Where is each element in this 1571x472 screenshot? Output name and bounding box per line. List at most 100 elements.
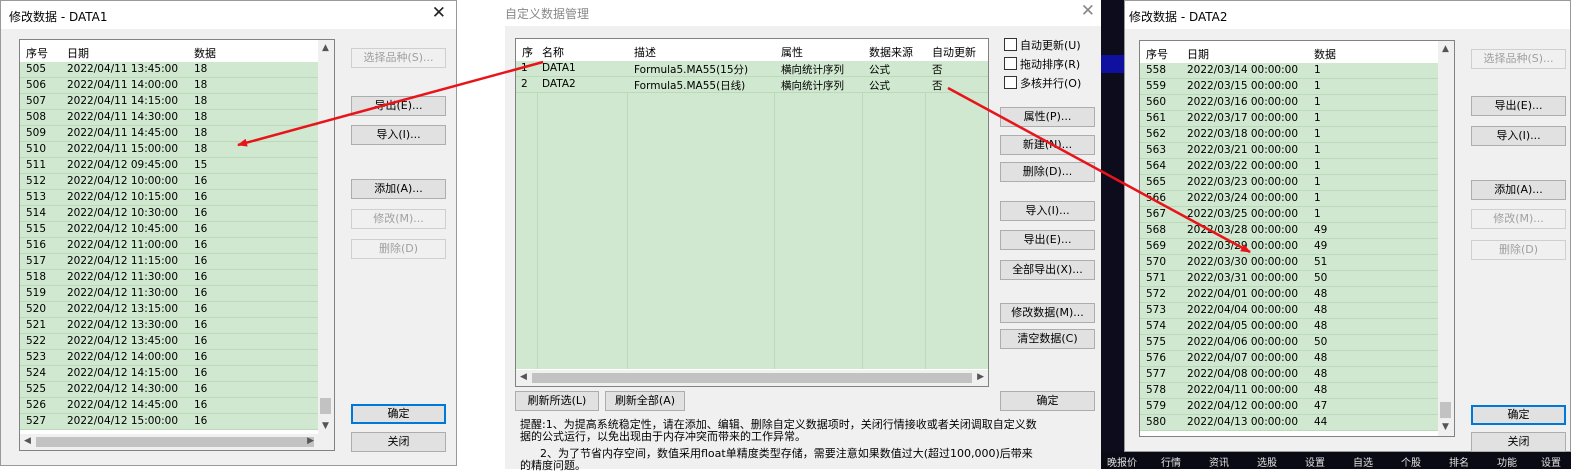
table-row[interactable]: 574 2022/04/05 00:00:00 48: [1140, 319, 1438, 335]
table-row[interactable]: 1 DATA1 Formula5.MA55(15分) 横向统计序列 公式 否: [516, 61, 988, 77]
ok-button[interactable]: 确定: [1000, 391, 1095, 411]
table-row[interactable]: 514 2022/04/12 10:30:00 16: [20, 206, 318, 222]
table-row[interactable]: 520 2022/04/12 13:15:00 16: [20, 302, 318, 318]
table-row[interactable]: 506 2022/04/11 14:00:00 18: [20, 78, 318, 94]
column-header-source[interactable]: 数据来源: [869, 44, 913, 60]
import-button[interactable]: 导入(I)...: [1471, 126, 1566, 146]
export-all-button[interactable]: 全部导出(X)...: [1000, 260, 1095, 280]
column-header-autoupdate[interactable]: 自动更新: [932, 44, 976, 60]
ok-button[interactable]: 确定: [351, 404, 446, 424]
column-header-name[interactable]: 名称: [542, 44, 564, 60]
column-header-index[interactable]: 序号: [1146, 46, 1168, 62]
table-row[interactable]: 505 2022/04/11 13:45:00 18: [20, 62, 318, 78]
table-row[interactable]: 527 2022/04/12 15:00:00 16: [20, 414, 318, 430]
delete-button[interactable]: 删除(D): [1471, 240, 1566, 260]
export-button[interactable]: 导出(E)...: [1000, 230, 1095, 250]
table-row[interactable]: 577 2022/04/08 00:00:00 48: [1140, 367, 1438, 383]
table-row[interactable]: 517 2022/04/12 11:15:00 16: [20, 254, 318, 270]
scroll-up-icon[interactable]: ▲: [322, 43, 329, 53]
table-row[interactable]: 522 2022/04/12 13:45:00 16: [20, 334, 318, 350]
refresh-selected-button[interactable]: 刷新所选(L): [515, 391, 599, 411]
scroll-left-icon[interactable]: ◀: [520, 372, 527, 382]
table-row[interactable]: 560 2022/03/16 00:00:00 1: [1140, 95, 1438, 111]
column-header-value[interactable]: 数据: [1314, 46, 1336, 62]
scroll-up-icon[interactable]: ▲: [1442, 44, 1449, 54]
horizontal-scrollbar[interactable]: ◀ ▶: [516, 370, 988, 386]
column-header-index[interactable]: 序号: [26, 45, 48, 61]
table-row[interactable]: 566 2022/03/24 00:00:00 1: [1140, 191, 1438, 207]
scroll-down-icon[interactable]: ▼: [322, 421, 329, 431]
add-button[interactable]: 添加(A)...: [1471, 180, 1566, 200]
table-row[interactable]: 518 2022/04/12 11:30:00 16: [20, 270, 318, 286]
table-row[interactable]: 524 2022/04/12 14:15:00 16: [20, 366, 318, 382]
import-button[interactable]: 导入(I)...: [351, 125, 446, 145]
table-row[interactable]: 516 2022/04/12 11:00:00 16: [20, 238, 318, 254]
bottom-item[interactable]: 功能: [1497, 454, 1517, 469]
refresh-all-button[interactable]: 刷新全部(A): [605, 391, 685, 411]
scroll-down-icon[interactable]: ▼: [1442, 422, 1449, 432]
scroll-thumb[interactable]: [1440, 402, 1451, 418]
select-symbol-button[interactable]: 选择品种(S)...: [351, 48, 446, 68]
table-row[interactable]: 525 2022/04/12 14:30:00 16: [20, 382, 318, 398]
data-list[interactable]: 序号 日期 数据 558 2022/03/14 00:00:00 1 559 2022/…: [1139, 40, 1455, 437]
table-row[interactable]: 568 2022/03/28 00:00:00 49: [1140, 223, 1438, 239]
bottom-item[interactable]: 选股: [1257, 454, 1277, 469]
vertical-scrollbar[interactable]: ▲ ▼: [318, 40, 334, 434]
bottom-item[interactable]: 排名: [1449, 454, 1469, 469]
import-button[interactable]: 导入(I)...: [1000, 201, 1095, 221]
ok-button[interactable]: 确定: [1471, 405, 1566, 425]
table-row[interactable]: 578 2022/04/11 00:00:00 48: [1140, 383, 1438, 399]
bottom-item[interactable]: 个股: [1401, 454, 1421, 469]
table-row[interactable]: 515 2022/04/12 10:45:00 16: [20, 222, 318, 238]
drag-sort-checkbox[interactable]: 拖动排序(R): [1004, 56, 1080, 72]
bottom-item[interactable]: 行情: [1161, 454, 1181, 469]
bottom-item[interactable]: 资讯: [1209, 454, 1229, 469]
close-button[interactable]: 关闭: [351, 432, 446, 452]
modify-button[interactable]: 修改(M)...: [351, 209, 446, 229]
export-button[interactable]: 导出(E)...: [351, 96, 446, 116]
column-header-date[interactable]: 日期: [67, 45, 89, 61]
table-row[interactable]: 567 2022/03/25 00:00:00 1: [1140, 207, 1438, 223]
table-row[interactable]: 573 2022/04/04 00:00:00 48: [1140, 303, 1438, 319]
new-button[interactable]: 新建(N)...: [1000, 135, 1095, 155]
table-row[interactable]: 526 2022/04/12 14:45:00 16: [20, 398, 318, 414]
custom-data-list[interactable]: 序 名称 描述 属性 数据来源 自动更新 1 DATA1 Formula5.MA55…: [515, 38, 989, 387]
table-row[interactable]: 523 2022/04/12 14:00:00 16: [20, 350, 318, 366]
table-row[interactable]: 570 2022/03/30 00:00:00 51: [1140, 255, 1438, 271]
table-row[interactable]: 558 2022/03/14 00:00:00 1: [1140, 63, 1438, 79]
close-button[interactable]: 关闭: [1471, 432, 1566, 452]
scroll-left-icon[interactable]: ◀: [24, 436, 31, 446]
export-button[interactable]: 导出(E)...: [1471, 96, 1566, 116]
table-row[interactable]: 569 2022/03/29 00:00:00 49: [1140, 239, 1438, 255]
modify-data-button[interactable]: 修改数据(M)...: [1000, 303, 1095, 323]
properties-button[interactable]: 属性(P)...: [1000, 107, 1095, 127]
data-list[interactable]: 序号 日期 数据 505 2022/04/11 13:45:00 18 506 2022…: [19, 39, 335, 451]
table-row[interactable]: 565 2022/03/23 00:00:00 1: [1140, 175, 1438, 191]
scroll-thumb[interactable]: [320, 398, 331, 414]
table-row[interactable]: 519 2022/04/12 11:30:00 16: [20, 286, 318, 302]
table-row[interactable]: 508 2022/04/11 14:30:00 18: [20, 110, 318, 126]
column-header-desc[interactable]: 描述: [634, 44, 656, 60]
table-row[interactable]: 521 2022/04/12 13:30:00 16: [20, 318, 318, 334]
table-row[interactable]: 559 2022/03/15 00:00:00 1: [1140, 79, 1438, 95]
close-icon[interactable]: ✕: [432, 5, 446, 22]
multicore-checkbox[interactable]: 多核并行(O): [1004, 75, 1081, 91]
table-row[interactable]: 561 2022/03/17 00:00:00 1: [1140, 111, 1438, 127]
table-row[interactable]: 513 2022/04/12 10:15:00 16: [20, 190, 318, 206]
table-row[interactable]: 572 2022/04/01 00:00:00 48: [1140, 287, 1438, 303]
scroll-right-icon[interactable]: ▶: [977, 372, 984, 382]
table-row[interactable]: 563 2022/03/21 00:00:00 1: [1140, 143, 1438, 159]
table-row[interactable]: 564 2022/03/22 00:00:00 1: [1140, 159, 1438, 175]
table-row[interactable]: 507 2022/04/11 14:15:00 18: [20, 94, 318, 110]
table-row[interactable]: 575 2022/04/06 00:00:00 50: [1140, 335, 1438, 351]
table-row[interactable]: 510 2022/04/11 15:00:00 18: [20, 142, 318, 158]
table-row[interactable]: 512 2022/04/12 10:00:00 16: [20, 174, 318, 190]
bottom-item[interactable]: 自选: [1353, 454, 1373, 469]
bottom-item[interactable]: 设置: [1305, 454, 1325, 469]
modify-button[interactable]: 修改(M)...: [1471, 209, 1566, 229]
horizontal-scrollbar[interactable]: ◀ ▶: [20, 434, 334, 450]
add-button[interactable]: 添加(A)...: [351, 179, 446, 199]
scroll-thumb[interactable]: [532, 373, 972, 383]
table-row[interactable]: 571 2022/03/31 00:00:00 50: [1140, 271, 1438, 287]
column-header-seq[interactable]: 序: [522, 44, 533, 60]
